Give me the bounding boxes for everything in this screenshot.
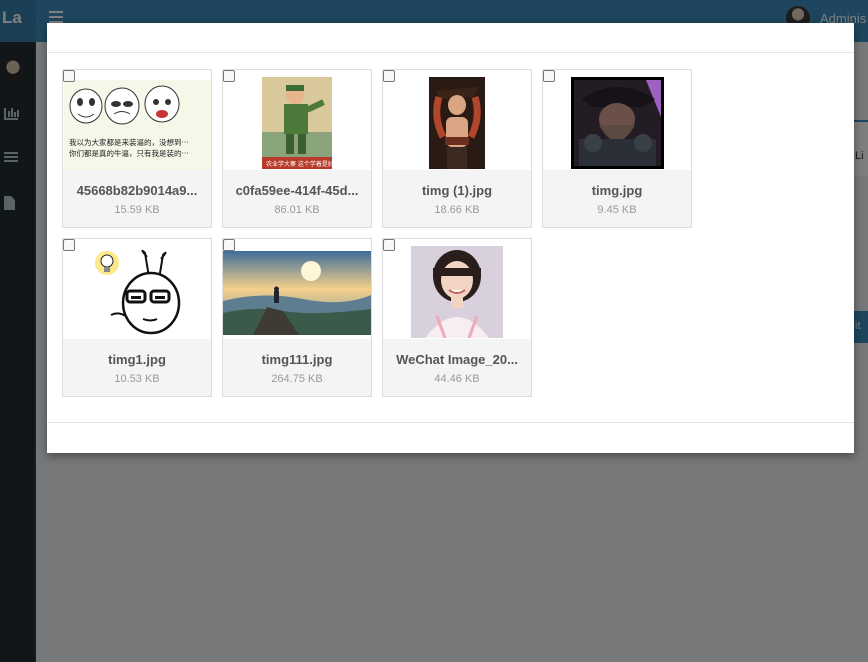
file-name: timg (1).jpg [421, 183, 493, 198]
file-thumbnail[interactable]: 农业学大寨 这个学着是好 [223, 70, 371, 170]
file-name: timg1.jpg [108, 352, 166, 367]
file-size: 18.66 KB [434, 204, 480, 216]
file-size: 10.53 KB [114, 373, 160, 385]
pirate-woman-image [429, 77, 485, 169]
file-card[interactable]: 农业学大寨 这个学着是好 c0fa59ee-414f-45d... 86.01 … [222, 69, 372, 228]
file-select-checkbox[interactable] [63, 239, 75, 251]
file-card[interactable]: timg.jpg 9.45 KB [542, 69, 692, 228]
file-select-checkbox[interactable] [223, 239, 235, 251]
file-name: timg111.jpg [261, 352, 333, 367]
file-select-checkbox[interactable] [223, 70, 235, 82]
file-thumbnail[interactable] [223, 239, 371, 339]
file-card[interactable]: timg111.jpg 264.75 KB [222, 238, 372, 397]
poster-image: 农业学大寨 这个学着是好 [262, 77, 332, 169]
file-select-checkbox[interactable] [383, 70, 395, 82]
poster-caption: 农业学大寨 这个学着是好 [266, 160, 332, 168]
file-thumbnail[interactable] [383, 70, 531, 170]
file-size: 15.59 KB [114, 204, 160, 216]
file-name: WeChat Image_20... [396, 352, 518, 367]
modal-footer [47, 422, 854, 453]
landscape-image [223, 251, 371, 335]
file-card[interactable]: timg1.jpg 10.53 KB [62, 238, 212, 397]
file-size: 264.75 KB [271, 373, 323, 385]
file-name: 45668b82b9014a9... [76, 183, 198, 198]
file-thumbnail[interactable] [383, 239, 531, 339]
pirate-man-image [571, 77, 664, 169]
file-select-checkbox[interactable] [383, 239, 395, 251]
meme-caption-line-2: 你们都是真的牛逼，只有我是装的··· [69, 148, 189, 158]
modal-header [47, 23, 854, 53]
file-picker-modal: 我以为大家都是来装逼的，没想到··· 你们都是真的牛逼，只有我是装的··· 45… [47, 23, 854, 453]
file-card[interactable]: WeChat Image_20... 44.46 KB [382, 238, 532, 397]
file-name: timg.jpg [591, 183, 643, 198]
file-select-checkbox[interactable] [543, 70, 555, 82]
file-size: 9.45 KB [597, 204, 637, 216]
meme-caption-line-1: 我以为大家都是来装逼的，没想到··· [69, 137, 189, 147]
file-thumbnail[interactable]: 我以为大家都是来装逼的，没想到··· 你们都是真的牛逼，只有我是装的··· [63, 70, 211, 170]
file-card[interactable]: 我以为大家都是来装逼的，没想到··· 你们都是真的牛逼，只有我是装的··· 45… [62, 69, 212, 228]
bunny-lightbulb-image [91, 247, 185, 339]
file-size: 44.46 KB [434, 373, 480, 385]
file-select-checkbox[interactable] [63, 70, 75, 82]
file-card[interactable]: timg (1).jpg 18.66 KB [382, 69, 532, 228]
file-thumbnail[interactable] [543, 70, 691, 170]
portrait-image [411, 246, 503, 338]
meme-faces-image: 我以为大家都是来装逼的，没想到··· 你们都是真的牛逼，只有我是装的··· [64, 80, 211, 170]
file-name: c0fa59ee-414f-45d... [235, 183, 359, 198]
file-size: 86.01 KB [274, 204, 320, 216]
file-thumbnail[interactable] [63, 239, 211, 339]
